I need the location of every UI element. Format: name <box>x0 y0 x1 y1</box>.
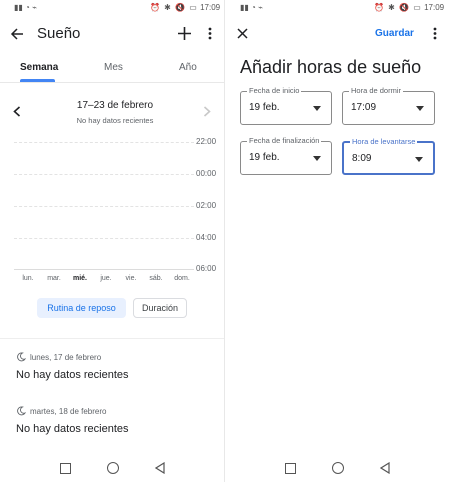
grid-line <box>14 238 194 239</box>
dropdown-arrow-icon <box>313 156 321 161</box>
home-nav-icon[interactable] <box>107 462 119 474</box>
status-icons: ⏰ ✱ 🔇 ▭ <box>150 3 198 12</box>
day-label[interactable]: dom. <box>171 275 193 282</box>
dropdown-arrow-icon <box>415 157 423 162</box>
no-data-subtitle: No hay datos recientes <box>76 116 154 125</box>
bed-time-value: 17:09 <box>351 102 377 113</box>
close-icon[interactable] <box>237 28 248 39</box>
status-bar-right: ⏰ ✱ 🔇 ▭ 17:09 <box>150 3 220 12</box>
grid-line <box>14 142 194 143</box>
grid-line <box>14 206 194 207</box>
status-time: 17:09 <box>424 3 445 12</box>
status-bar-left-icons: ▮▮ ◔ ⌁ <box>14 3 37 12</box>
dropdown-arrow-icon <box>416 106 424 111</box>
entry-status: No hay datos recientes <box>16 369 129 381</box>
day-label[interactable]: jue. <box>95 275 117 282</box>
dropdown-arrow-icon <box>313 106 321 111</box>
grid-line <box>14 174 194 175</box>
status-bar-right: ⏰ ✱ 🔇 ▭ 17:09 <box>374 3 444 12</box>
section-divider <box>0 338 224 339</box>
nfc-icon: ⌁ <box>258 3 263 12</box>
moon-icon <box>17 352 26 362</box>
tab-semana[interactable]: Semana <box>20 62 58 73</box>
home-nav-icon[interactable] <box>332 462 344 474</box>
back-nav-icon[interactable] <box>380 462 390 474</box>
end-date-field[interactable]: Fecha de finalización 19 feb. <box>240 136 332 175</box>
time-label: 06:00 <box>196 264 217 273</box>
bed-time-label: Hora de dormir <box>349 86 404 95</box>
entry-date: lunes, 17 de febrero <box>30 353 102 362</box>
time-label: 22:00 <box>196 137 217 146</box>
day-label[interactable]: vie. <box>120 275 142 282</box>
week-range: 17–23 de febrero <box>76 100 154 111</box>
entry-date: martes, 18 de febrero <box>30 407 107 416</box>
nfc-icon: ⌁ <box>32 3 37 12</box>
page-title: Sueño <box>37 25 81 42</box>
bed-time-field[interactable]: Hora de dormir 17:09 <box>342 86 435 125</box>
start-date-field[interactable]: Fecha de inicio 19 feb. <box>240 86 332 125</box>
end-date-value: 19 feb. <box>249 152 280 163</box>
status-icons: ⏰ ✱ 🔇 ▭ <box>374 3 422 12</box>
back-nav-icon[interactable] <box>155 462 165 474</box>
wifi-icon: ◔ <box>25 3 30 12</box>
day-label[interactable]: sáb. <box>145 275 167 282</box>
wake-time-field[interactable]: Hora de levantarse 8:09 <box>342 137 435 175</box>
tab-mes[interactable]: Mes <box>104 62 123 73</box>
tab-ano[interactable]: Año <box>179 62 197 73</box>
duracion-chip[interactable]: Duración <box>133 298 187 318</box>
wifi-icon: ◔ <box>251 3 256 12</box>
add-icon[interactable] <box>178 27 191 40</box>
day-label-selected[interactable]: mié. <box>69 275 91 282</box>
form-heading: Añadir horas de sueño <box>240 57 422 77</box>
recents-nav-icon[interactable] <box>60 463 71 474</box>
back-arrow-icon[interactable] <box>10 27 24 41</box>
grid-baseline <box>14 269 194 270</box>
time-label: 00:00 <box>196 169 217 178</box>
previous-week-icon[interactable] <box>13 106 21 117</box>
signal-icon: ▮▮ <box>14 3 23 12</box>
wake-time-label: Hora de levantarse <box>350 137 418 146</box>
day-label[interactable]: mar. <box>43 275 65 282</box>
save-button[interactable]: Guardar <box>375 28 414 39</box>
status-bar-left-icons: ▮▮ ◔ ⌁ <box>240 3 263 12</box>
more-options-icon[interactable] <box>433 27 437 40</box>
entry-status: No hay datos recientes <box>16 423 129 435</box>
end-date-label: Fecha de finalización <box>247 136 322 145</box>
next-week-icon[interactable] <box>203 106 211 117</box>
day-label[interactable]: lun. <box>17 275 39 282</box>
status-time: 17:09 <box>200 3 221 12</box>
tabs-divider <box>0 82 224 83</box>
signal-icon: ▮▮ <box>240 3 249 12</box>
time-label: 04:00 <box>196 233 217 242</box>
rutina-de-reposo-chip[interactable]: Rutina de reposo <box>37 298 126 318</box>
start-date-label: Fecha de inicio <box>247 86 302 95</box>
more-options-icon[interactable] <box>208 27 212 40</box>
recents-nav-icon[interactable] <box>285 463 296 474</box>
start-date-value: 19 feb. <box>249 102 280 113</box>
wake-time-value: 8:09 <box>352 153 372 164</box>
time-label: 02:00 <box>196 201 217 210</box>
moon-icon <box>17 406 26 416</box>
screen-divider <box>224 0 225 482</box>
